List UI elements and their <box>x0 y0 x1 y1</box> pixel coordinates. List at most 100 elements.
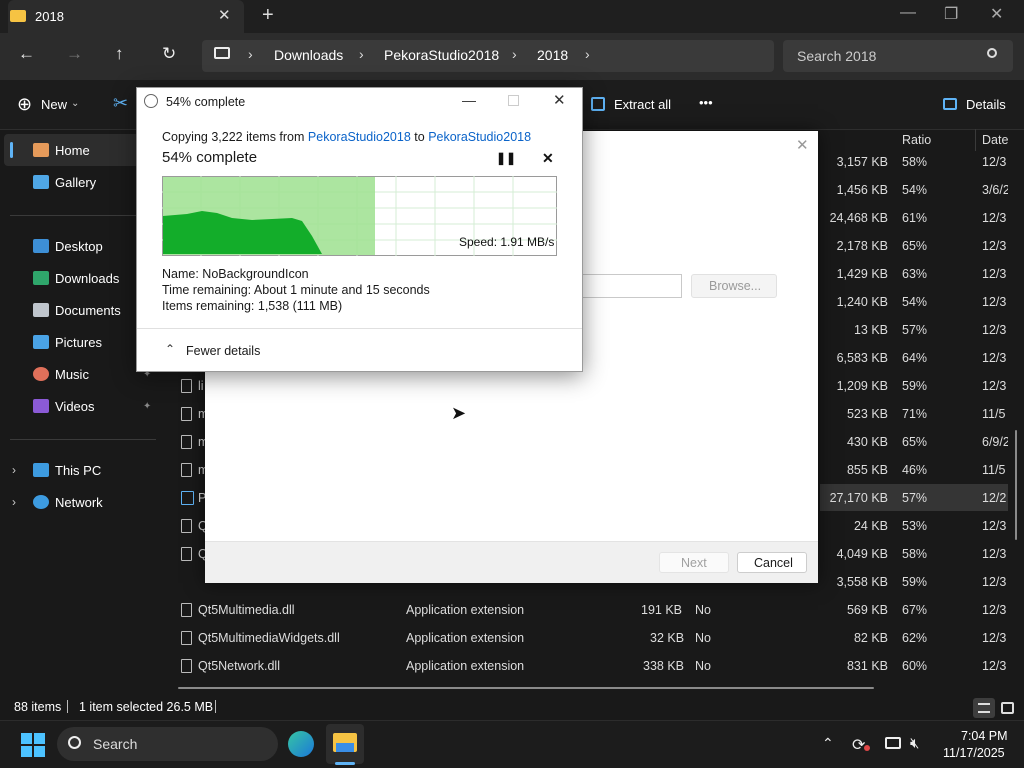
downloads-icon <box>33 271 49 285</box>
breadcrumb-2018[interactable]: 2018 <box>537 47 568 63</box>
search-input[interactable]: Search 2018 <box>797 48 876 64</box>
file-size: 1,209 KB <box>836 379 888 393</box>
file-name[interactable]: Qt5MultimediaWidgets.dll <box>198 631 340 645</box>
file-size: 82 KB <box>853 631 888 645</box>
maximize-button[interactable]: ❐ <box>944 4 958 24</box>
network-icon <box>33 495 49 509</box>
sidebar-item-documents[interactable]: Documents <box>55 303 121 318</box>
sidebar-item-desktop[interactable]: Desktop <box>55 239 103 254</box>
pictures-icon <box>33 335 49 349</box>
wizard-close-button[interactable]: ✕ <box>796 136 809 154</box>
folder-icon <box>10 10 26 22</box>
minimize-button[interactable]: — <box>900 4 916 22</box>
compression-ratio: 46% <box>902 463 928 477</box>
network-icon[interactable] <box>885 737 901 749</box>
expand-chevron-icon[interactable]: › <box>12 463 16 477</box>
sidebar-item-gallery[interactable]: Gallery <box>55 175 96 190</box>
clock-time[interactable]: 7:04 PM <box>961 729 1008 743</box>
compression-ratio: 58% <box>902 547 928 561</box>
tiles-view-button[interactable] <box>1001 702 1014 714</box>
time-remaining: Time remaining: About 1 minute and 15 se… <box>162 283 430 297</box>
sync-error-badge <box>864 745 870 751</box>
file-size: 569 KB <box>846 603 888 617</box>
dialog-close-button[interactable]: ✕ <box>553 91 566 109</box>
pause-button[interactable]: ❚❚ <box>496 151 516 165</box>
cut-icon[interactable]: ✂ <box>113 93 128 114</box>
destination-input[interactable] <box>583 274 682 298</box>
this-pc-icon <box>33 463 49 477</box>
sidebar-item-this-pc[interactable]: This PC <box>55 463 101 478</box>
copying-prefix: Copying 3,222 items from <box>162 130 305 144</box>
modified-date: 11/5 <box>982 407 1006 421</box>
item-count: 88 items <box>14 700 62 714</box>
dialog-maximize-button[interactable] <box>508 95 519 106</box>
home-icon <box>33 143 49 157</box>
fewer-details-button[interactable]: Fewer details <box>186 344 260 358</box>
modified-date: 12/3 <box>982 631 1007 645</box>
file-size: 2,178 KB <box>836 239 888 253</box>
new-button[interactable]: New <box>41 97 67 112</box>
password-protected: No <box>695 603 711 617</box>
cancel-copy-button[interactable]: ✕ <box>542 150 554 167</box>
file-name[interactable]: Qt5Network.dll <box>198 659 280 673</box>
modified-date: 12/3 <box>982 323 1007 337</box>
breadcrumb-downloads[interactable]: Downloads <box>274 47 343 63</box>
modified-date: 12/3 <box>982 547 1007 561</box>
packed-size: 191 KB <box>641 603 683 617</box>
tray-chevron-up-icon[interactable]: ⌃ <box>822 735 834 752</box>
refresh-button[interactable]: ↻ <box>162 44 176 64</box>
percent-heading: 54% complete <box>162 149 258 166</box>
modified-date: 12/3 <box>982 519 1007 533</box>
selection-indicator <box>10 142 13 158</box>
file-size: 831 KB <box>846 659 888 673</box>
source-link[interactable]: PekoraStudio2018 <box>308 130 411 144</box>
pin-icon: ✦ <box>143 401 152 412</box>
details-button[interactable]: Details <box>966 97 1006 112</box>
sidebar-item-music[interactable]: Music <box>55 367 89 382</box>
extract-icon <box>591 97 605 111</box>
new-tab-button[interactable]: + <box>262 4 274 27</box>
dialog-minimize-button[interactable]: — <box>462 92 476 108</box>
folder-badge-icon <box>336 743 354 752</box>
taskbar-search-box[interactable] <box>57 727 278 761</box>
up-button[interactable]: ↑ <box>115 44 124 64</box>
dialog-divider <box>137 328 582 329</box>
file-size: 27,170 KB <box>829 491 888 505</box>
close-window-button[interactable]: ✕ <box>990 4 1003 24</box>
search-icon <box>68 736 81 749</box>
sidebar-item-home[interactable]: Home <box>55 143 90 158</box>
horizontal-scrollbar[interactable] <box>178 687 874 689</box>
extract-all-button[interactable]: Extract all <box>614 97 671 112</box>
expand-chevron-icon[interactable]: › <box>12 495 16 509</box>
file-type: Application extension <box>406 603 525 617</box>
modified-date: 12/3 <box>982 379 1007 393</box>
start-button[interactable] <box>21 733 45 757</box>
sidebar-item-videos[interactable]: Videos <box>55 399 95 414</box>
column-header-ratio[interactable]: Ratio <box>902 133 931 147</box>
sidebar-item-downloads[interactable]: Downloads <box>55 271 119 286</box>
password-protected: No <box>695 659 711 673</box>
speed-graph: Speed: 1.91 MB/s <box>162 176 557 256</box>
edge-icon[interactable] <box>288 731 314 757</box>
modified-date: 3/6/2 <box>982 183 1008 197</box>
volume-muted-icon[interactable]: 🔇︎ <box>910 735 919 752</box>
forward-button[interactable]: → <box>66 44 83 64</box>
tab-close-button[interactable]: ✕ <box>218 6 231 24</box>
compression-ratio: 64% <box>902 351 928 365</box>
packed-size: 32 KB <box>650 631 685 645</box>
file-name[interactable]: li <box>198 379 204 393</box>
column-header-date[interactable]: Date <box>982 133 1008 147</box>
more-options-button[interactable]: ••• <box>699 95 713 110</box>
compression-ratio: 53% <box>902 519 928 533</box>
vertical-scrollbar[interactable] <box>1015 430 1017 540</box>
sidebar-item-network[interactable]: Network <box>55 495 103 510</box>
details-view-icon <box>978 703 990 713</box>
destination-link[interactable]: PekoraStudio2018 <box>428 130 531 144</box>
sidebar-item-pictures[interactable]: Pictures <box>55 335 102 350</box>
breadcrumb-pekorastudio2018[interactable]: PekoraStudio2018 <box>384 47 499 63</box>
clock-date[interactable]: 11/17/2025 <box>943 746 1005 760</box>
file-icon <box>181 379 192 393</box>
file-name[interactable]: Qt5Multimedia.dll <box>198 603 295 617</box>
sync-icon[interactable]: ⟳ <box>852 735 865 755</box>
back-button[interactable]: ← <box>18 44 35 64</box>
